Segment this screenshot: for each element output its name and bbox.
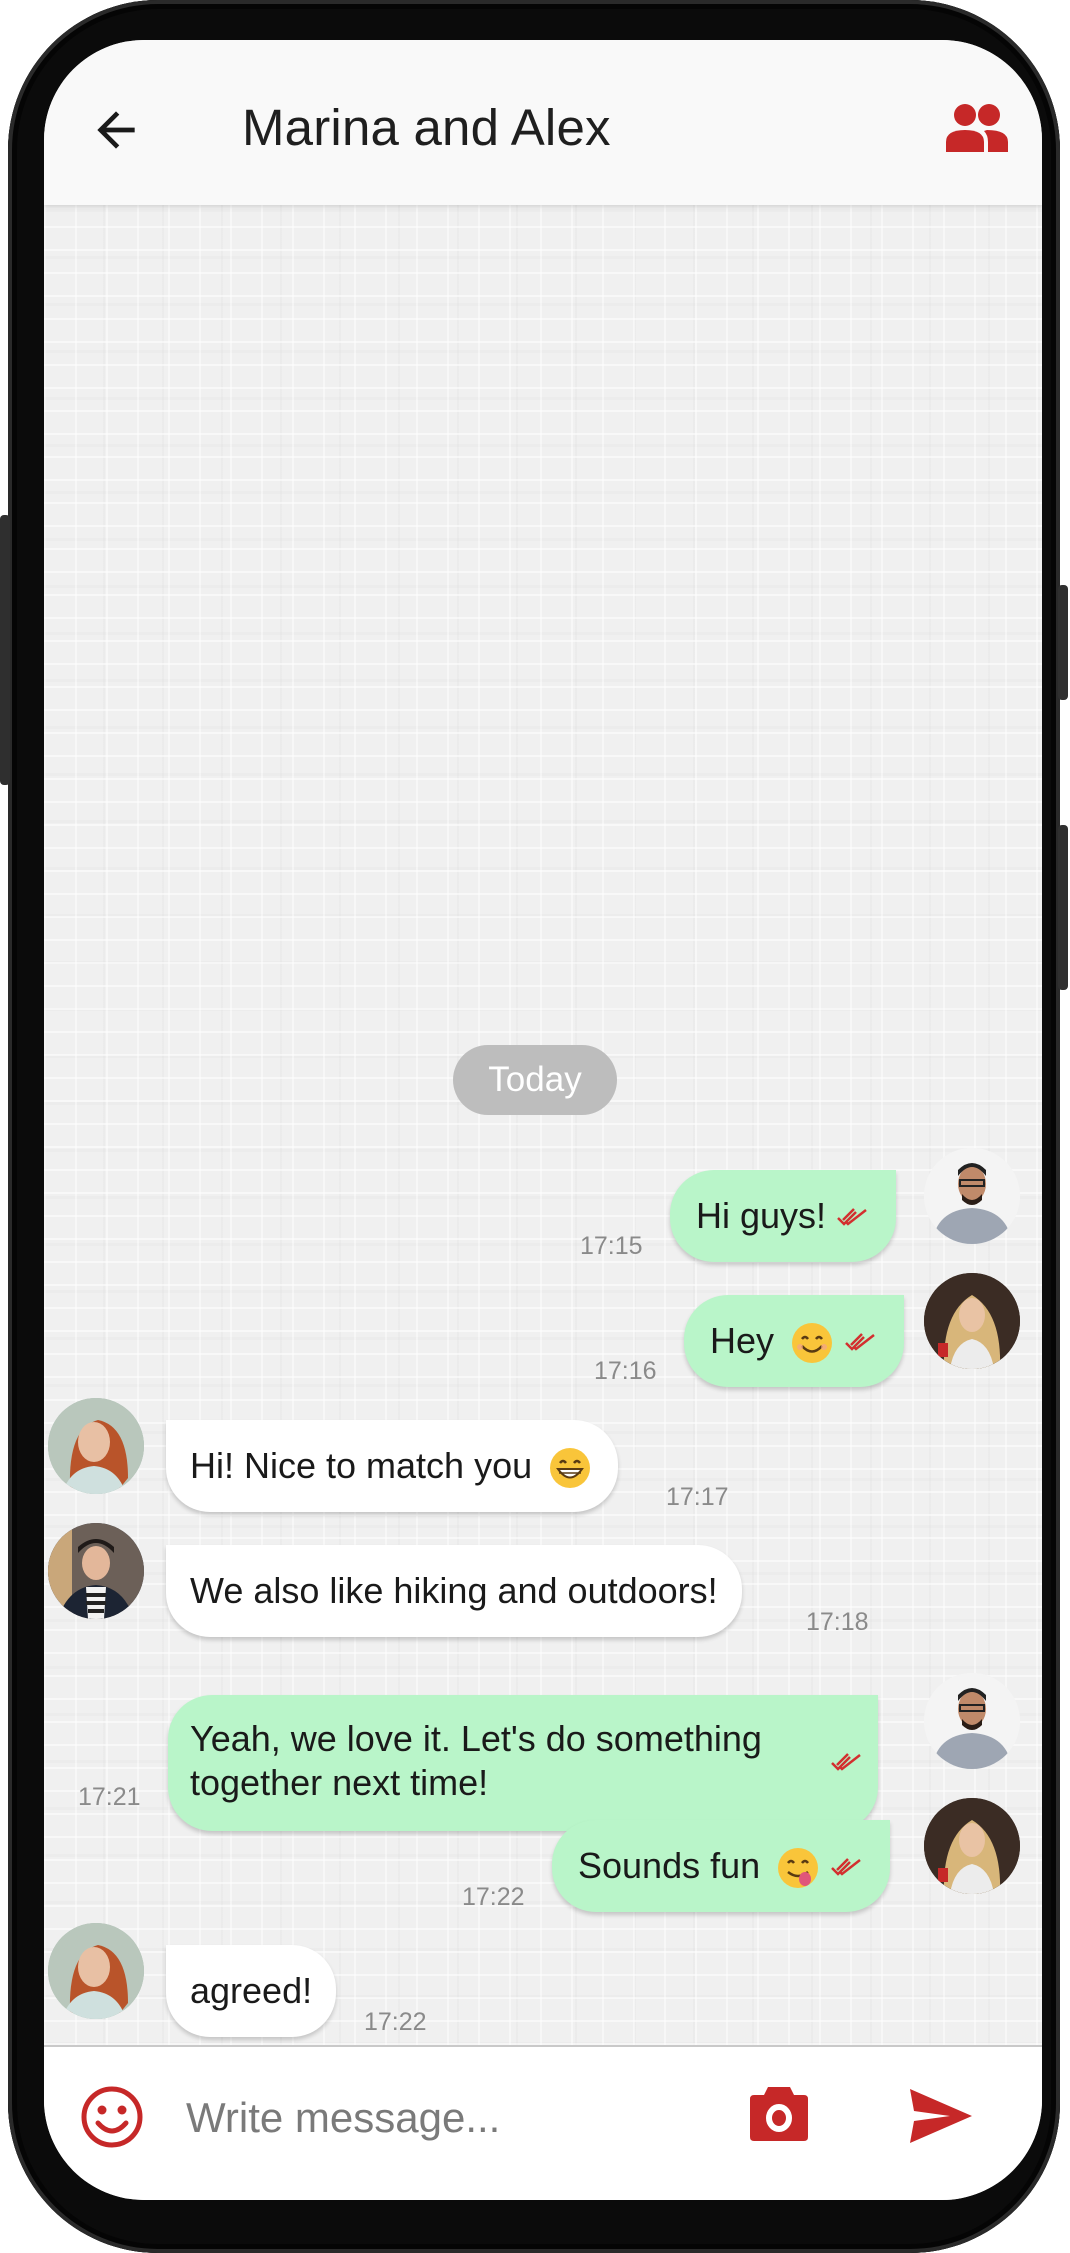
message-time: 17:22	[462, 1883, 525, 1911]
avatar-alex[interactable]	[48, 1523, 144, 1619]
avatar-man-glasses[interactable]	[924, 1673, 1020, 1769]
double-check-icon	[837, 1208, 867, 1227]
smiley-icon	[81, 2086, 143, 2148]
message-text: We also like hiking and outdoors!	[190, 1570, 718, 1611]
message-text: Sounds fun	[578, 1845, 761, 1886]
grinning-face-emoji	[550, 1448, 591, 1489]
group-icon	[946, 104, 1008, 152]
message-text: Hi! Nice to match you	[190, 1445, 533, 1486]
message-time: 17:22	[364, 2008, 427, 2036]
camera-button[interactable]	[750, 2087, 808, 2141]
double-check-icon	[845, 1333, 875, 1352]
phone-frame: Marina and Alex Today Hi guys! 17:15 Hey…	[0, 0, 1068, 2253]
message-input[interactable]	[184, 2081, 748, 2155]
message-time: 17:18	[806, 1608, 869, 1636]
phone-side-button-volume	[1058, 825, 1068, 990]
chat-title: Marina and Alex	[242, 99, 611, 156]
phone-side-button-power	[1058, 585, 1068, 700]
message-bubble-outgoing[interactable]: Hi guys!	[670, 1170, 897, 1262]
send-icon	[910, 2089, 972, 2143]
app-bar: Marina and Alex	[44, 40, 1042, 205]
avatar-marina[interactable]	[48, 1398, 144, 1494]
group-members-button[interactable]	[944, 102, 1010, 152]
back-button[interactable]	[88, 102, 144, 158]
day-separator: Today	[453, 1045, 617, 1115]
avatar-marina[interactable]	[48, 1923, 144, 2019]
app-screen: Marina and Alex Today Hi guys! 17:15 Hey…	[44, 40, 1042, 2200]
message-text: agreed!	[190, 1970, 313, 2011]
avatar-man-glasses[interactable]	[924, 1148, 1020, 1244]
arrow-left-icon	[97, 111, 135, 149]
avatar-blonde-woman[interactable]	[924, 1798, 1020, 1894]
message-text: Hi guys!	[696, 1195, 827, 1236]
message-composer	[44, 2045, 1042, 2200]
message-bubble-outgoing[interactable]: Yeah, we love it. Let's do something tog…	[168, 1695, 878, 1831]
message-time: 17:17	[666, 1483, 729, 1511]
double-check-icon	[831, 1753, 861, 1771]
message-time: 17:16	[594, 1357, 657, 1385]
message-bubble-outgoing[interactable]: Hey	[684, 1295, 905, 1387]
message-bubble-outgoing[interactable]: Sounds fun	[552, 1820, 891, 1912]
emoji-button[interactable]	[80, 2085, 144, 2149]
double-check-icon	[831, 1858, 861, 1877]
message-text: Hey	[710, 1320, 775, 1361]
message-bubble-incoming[interactable]: Hi! Nice to match you	[166, 1420, 619, 1512]
avatar-blonde-woman[interactable]	[924, 1273, 1020, 1369]
message-time: 17:15	[580, 1232, 643, 1260]
face-savoring-food-emoji	[778, 1848, 819, 1889]
message-list[interactable]: Today Hi guys! 17:15 Hey 17:16 Hi! Nice …	[44, 205, 1042, 2045]
send-button[interactable]	[910, 2089, 972, 2143]
message-bubble-incoming[interactable]: We also like hiking and outdoors!	[166, 1545, 742, 1637]
phone-side-button-left	[0, 515, 10, 785]
message-text: Yeah, we love it. Let's do something tog…	[190, 1718, 762, 1803]
message-bubble-incoming[interactable]: agreed!	[166, 1945, 337, 2037]
smiling-face-emoji	[792, 1323, 833, 1364]
message-time: 17:21	[78, 1783, 141, 1811]
camera-icon	[750, 2087, 808, 2141]
